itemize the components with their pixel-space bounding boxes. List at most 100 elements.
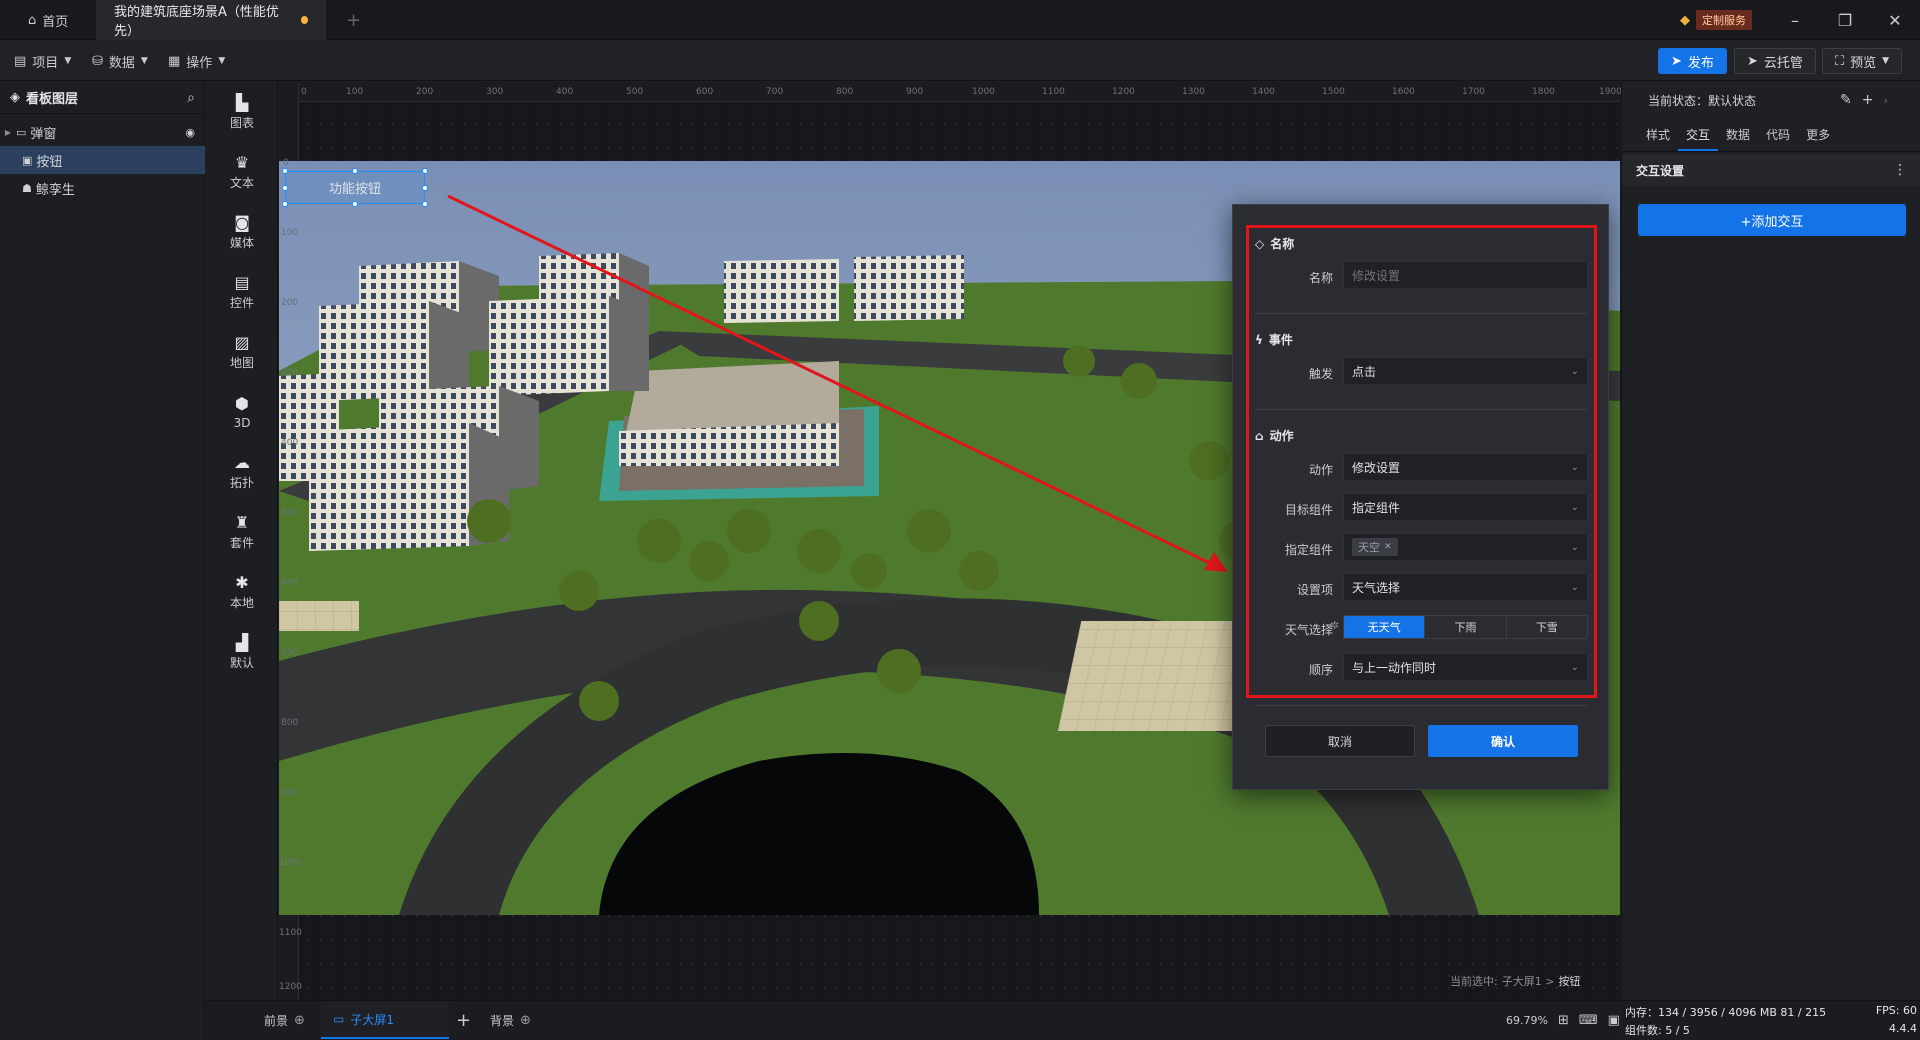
minimize-icon[interactable]: –: [1772, 0, 1818, 40]
resize-handle[interactable]: [422, 201, 428, 207]
file-icon: ▤: [14, 53, 27, 69]
ruler-tick: 700: [281, 648, 299, 658]
iconbar-label: 地图: [229, 356, 254, 370]
add-icon[interactable]: +: [1862, 92, 1874, 108]
title-bar: ⌂ 首页 我的建筑底座场景A（性能优先） + ◆ 定制服务 – ❐ ✕: [0, 0, 1920, 40]
trigger-select[interactable]: 点击 ⌄: [1343, 357, 1588, 385]
menu-operate[interactable]: ▦ 操作 ▼: [168, 41, 225, 81]
name-input[interactable]: 修改设置: [1343, 261, 1588, 289]
weather-option-snow[interactable]: 下雪: [1507, 616, 1587, 638]
component-count: 组件数: 5 / 5: [1625, 1024, 1690, 1037]
iconbar-3d[interactable]: ⬢ 3D: [206, 382, 278, 442]
preview-button[interactable]: ⛶ 预览 ▼: [1822, 48, 1903, 74]
order-select[interactable]: 与上一动作同时 ⌄: [1343, 653, 1588, 681]
bar-chart-icon: ▟: [235, 632, 249, 652]
custom-service-button[interactable]: ◆ 定制服务: [1680, 10, 1752, 30]
order-value: 与上一动作同时: [1352, 660, 1437, 675]
menu-data[interactable]: ⛁ 数据 ▼: [92, 41, 148, 81]
tab-data[interactable]: 数据: [1718, 126, 1758, 151]
ruler-tick: 600: [281, 578, 299, 588]
media-icon: ◙: [234, 212, 250, 232]
weather-option-rain[interactable]: 下雨: [1425, 616, 1507, 638]
iconbar-text[interactable]: ♛ 文本: [206, 142, 278, 202]
resize-handle[interactable]: [282, 201, 288, 207]
layers-header: ◈ 看板图层 ⌕: [0, 82, 205, 114]
chevron-right-icon[interactable]: ›: [1883, 94, 1887, 107]
specified-tag-label: 天空: [1358, 541, 1380, 554]
weather-option-none[interactable]: 无天气: [1344, 616, 1426, 638]
close-icon[interactable]: ✕: [1872, 0, 1918, 40]
ruler-h-labels: 0 100 200 300 400 500 600 700 800 900 10…: [299, 82, 1622, 102]
chevron-down-icon: ▼: [64, 56, 72, 66]
toolbar: ▤ 项目 ▼ ⛁ 数据 ▼ ▦ 操作 ▼ ➤ 发布 ➤ 云托管 ⛶ 预览 ▼: [0, 41, 1920, 81]
edit-icon[interactable]: ✎: [1840, 92, 1852, 108]
iconbar-topology[interactable]: ☁ 拓扑: [206, 442, 278, 502]
ruler-tick: 1000: [279, 858, 302, 868]
function-button[interactable]: 功能按钮: [285, 171, 425, 204]
iconbar-local[interactable]: ✱ 本地: [206, 562, 278, 622]
resize-handle[interactable]: [422, 168, 428, 174]
tab-interaction[interactable]: 交互: [1678, 126, 1719, 151]
new-tab-icon[interactable]: +: [346, 0, 361, 40]
resize-handle[interactable]: [282, 168, 288, 174]
layer-label: 按钮: [36, 154, 63, 170]
iconbar-media[interactable]: ◙ 媒体: [206, 202, 278, 262]
eye-hidden-icon[interactable]: ◉: [185, 126, 195, 139]
chevron-down-icon: ▼: [140, 56, 148, 66]
layer-popup[interactable]: ▶ ▭ 弹窗 ◉: [0, 118, 205, 146]
current-state: 当前状态：默认状态: [1648, 82, 1756, 118]
sub-screen-tab[interactable]: ▭ 子大屏1: [321, 1001, 449, 1039]
confirm-button[interactable]: 确认: [1428, 725, 1578, 757]
resize-handle[interactable]: [352, 201, 358, 207]
terminal-icon[interactable]: ▣: [1608, 1013, 1620, 1028]
tab-project-label: 我的建筑底座场景A（性能优先）: [114, 5, 279, 39]
layer-twin[interactable]: ☗ 鲸孪生: [0, 174, 205, 202]
ruler-tick: 1200: [1112, 87, 1135, 97]
foreground-tab[interactable]: 前景 ⊕: [264, 1001, 305, 1039]
tab-style[interactable]: 样式: [1638, 126, 1678, 151]
add-screen-icon[interactable]: +: [456, 1001, 471, 1039]
background-tab[interactable]: 背景 ⊕: [490, 1001, 531, 1039]
fit-screen-icon[interactable]: ⊞: [1558, 1013, 1569, 1028]
cloud-host-button[interactable]: ➤ 云托管: [1734, 48, 1816, 74]
iconbar-map[interactable]: ▨ 地图: [206, 322, 278, 382]
layer-button[interactable]: ▣ 按钮: [0, 146, 205, 174]
iconbar-default[interactable]: ▟ 默认: [206, 622, 278, 682]
menu-project[interactable]: ▤ 项目 ▼: [14, 41, 71, 81]
iconbar-control[interactable]: ▤ 控件: [206, 262, 278, 322]
more-vertical-icon[interactable]: ⋮: [1893, 162, 1907, 178]
tab-home[interactable]: ⌂ 首页: [10, 0, 86, 40]
version-label: 4.4.4: [1889, 1022, 1917, 1035]
restore-icon[interactable]: ❐: [1822, 0, 1868, 40]
zoom-value[interactable]: 69.79%: [1506, 1014, 1548, 1027]
close-icon[interactable]: ✕: [1384, 542, 1392, 552]
interaction-dialog: ◇ 名称 名称 修改设置 ϟ 事件 触发 点击 ⌄ ⌂ 动作 动作 修改设置 ⌄…: [1232, 204, 1609, 790]
tab-more[interactable]: 更多: [1798, 126, 1838, 151]
tab-code[interactable]: 代码: [1758, 126, 1798, 151]
divider: [1255, 705, 1588, 706]
weather-segmented[interactable]: 无天气 下雨 下雪: [1343, 615, 1588, 639]
search-icon[interactable]: ⌕: [187, 90, 195, 106]
send-icon: ➤: [1671, 53, 1682, 69]
action-select[interactable]: 修改设置 ⌄: [1343, 453, 1588, 481]
iconbar-kit[interactable]: ♜ 套件: [206, 502, 278, 562]
add-circle-icon[interactable]: ⊕: [520, 1013, 531, 1028]
ruler-tick: 700: [766, 87, 784, 97]
publish-button[interactable]: ➤ 发布: [1658, 48, 1727, 74]
setting-select[interactable]: 天气选择 ⌄: [1343, 573, 1588, 601]
ruler-tick: 800: [281, 718, 299, 728]
specified-label: 指定组件: [1284, 543, 1333, 557]
action-section-title: ⌂ 动作: [1255, 427, 1294, 444]
lightning-icon: ϟ: [1255, 332, 1263, 347]
cancel-button[interactable]: 取消: [1265, 725, 1415, 757]
add-interaction-button[interactable]: +添加交互: [1638, 204, 1906, 236]
target-select[interactable]: 指定组件 ⌄: [1343, 493, 1588, 521]
add-circle-icon[interactable]: ⊕: [294, 1013, 305, 1028]
resize-handle[interactable]: [352, 168, 358, 174]
tab-project[interactable]: 我的建筑底座场景A（性能优先）: [96, 0, 326, 40]
resize-handle[interactable]: [422, 185, 428, 191]
iconbar-chart[interactable]: ▙ 图表: [206, 82, 278, 142]
resize-handle[interactable]: [282, 185, 288, 191]
keyboard-icon[interactable]: ⌨: [1579, 1013, 1598, 1028]
specified-select[interactable]: 天空 ✕ ⌄: [1343, 533, 1588, 561]
